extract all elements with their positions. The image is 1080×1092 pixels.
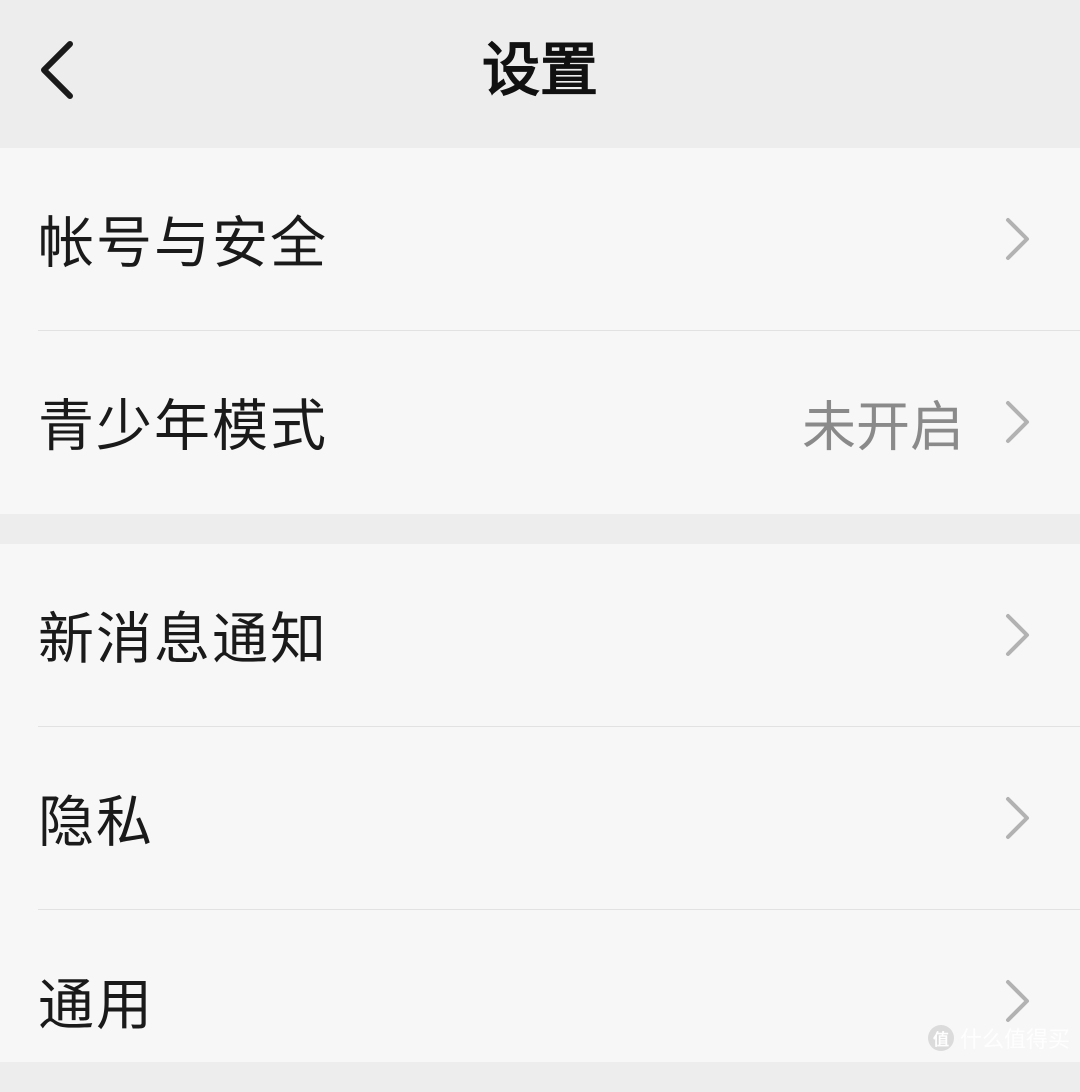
settings-item-label: 新消息通知 [38,607,328,673]
settings-item-label: 通用 [38,973,154,1039]
watermark-text: 什么值得买 [959,1028,1070,1053]
chevron-right-icon [1002,399,1032,445]
watermark-logo-icon: 值 [927,1025,954,1051]
settings-item-value: 未开启 [802,395,964,459]
watermark: 值 什么值得买 [927,1022,1070,1054]
settings-group-account: 帐号与安全 青少年模式 未开启 [0,148,1080,514]
chevron-right-icon [1002,978,1032,1024]
chevron-right-icon [1002,216,1032,262]
settings-item-notifications[interactable]: 新消息通知 [0,544,1080,726]
settings-item-label: 帐号与安全 [38,211,328,277]
settings-item-privacy[interactable]: 隐私 [0,727,1080,909]
settings-item-label: 青少年模式 [38,394,328,460]
page-title: 设置 [481,36,598,104]
settings-item-general[interactable]: 通用 [0,910,1080,1092]
settings-group-general: 新消息通知 隐私 通用 [0,544,1080,1062]
chevron-right-icon [1002,795,1032,841]
settings-item-account-security[interactable]: 帐号与安全 [0,148,1080,330]
chevron-right-icon [1002,612,1032,658]
settings-item-label: 隐私 [38,790,154,856]
settings-item-teen-mode[interactable]: 青少年模式 未开启 [0,331,1080,513]
nav-bar: 设置 [0,0,1080,148]
